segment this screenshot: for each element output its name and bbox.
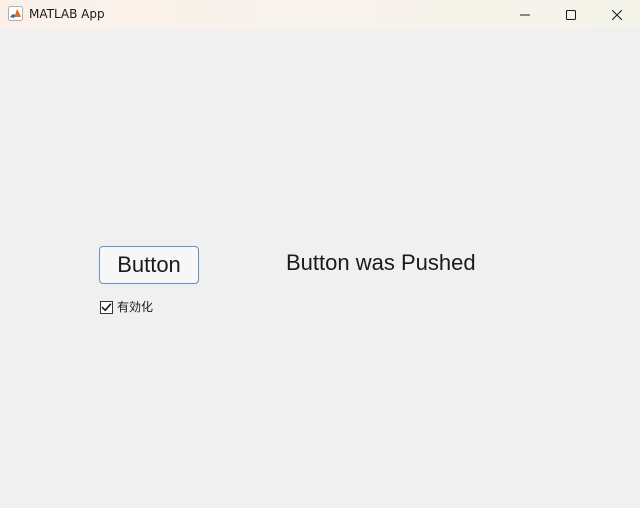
maximize-icon [566, 9, 576, 20]
push-button[interactable]: Button [99, 246, 199, 284]
enable-checkbox-row[interactable]: 有効化 [100, 299, 153, 315]
maximize-button[interactable] [548, 0, 594, 29]
app-window: MATLAB App Button Button was Pushed 有効化 [0, 0, 640, 508]
close-icon [612, 9, 622, 20]
minimize-button[interactable] [502, 0, 548, 29]
matlab-membrane-icon [8, 6, 23, 21]
close-button[interactable] [594, 0, 640, 29]
window-title: MATLAB App [29, 7, 105, 21]
minimize-icon [520, 14, 530, 15]
enable-checkbox-label: 有効化 [117, 300, 154, 314]
app-content: Button Button was Pushed 有効化 [0, 29, 640, 508]
checkmark-icon [101, 302, 112, 311]
status-label: Button was Pushed [286, 250, 476, 275]
title-bar[interactable]: MATLAB App [0, 0, 640, 29]
enable-checkbox[interactable] [100, 300, 113, 314]
